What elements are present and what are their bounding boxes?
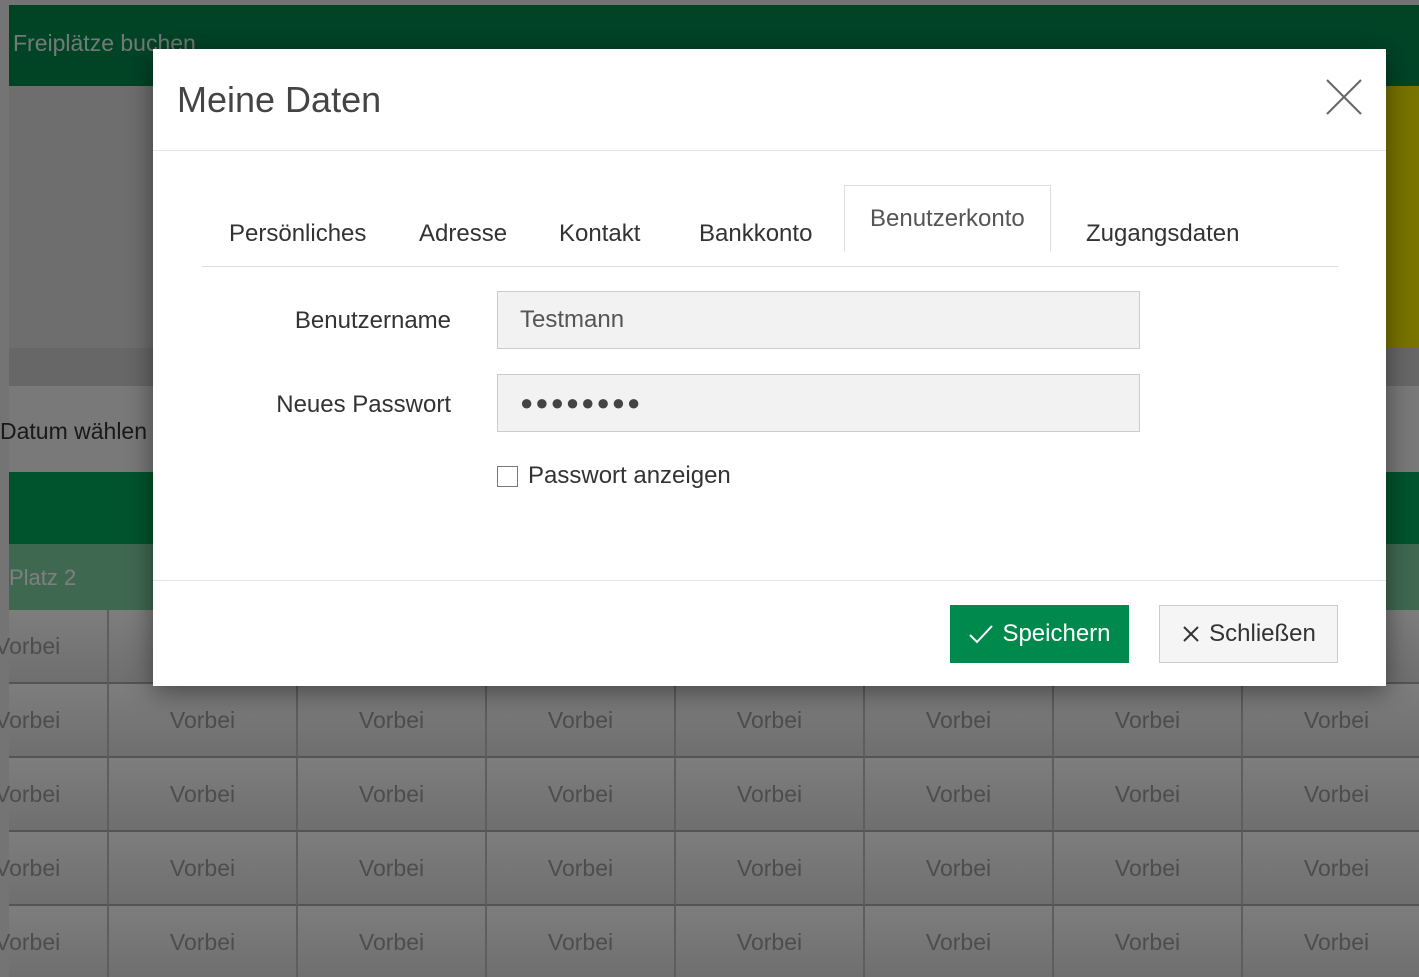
close-icon[interactable] <box>1324 77 1364 117</box>
tab-bar: Persönliches Adresse Kontakt Bankkonto B… <box>202 185 1338 267</box>
show-password-label: Passwort anzeigen <box>528 462 731 489</box>
tab-zugangsdaten[interactable]: Zugangsdaten <box>1086 201 1239 267</box>
show-password-checkbox[interactable] <box>497 465 518 487</box>
save-button[interactable]: Speichern <box>950 605 1129 663</box>
close-button-label: Schließen <box>1209 620 1316 647</box>
checkmark-icon <box>968 623 994 645</box>
username-label: Benutzername <box>294 307 451 334</box>
close-button[interactable]: Schließen <box>1159 605 1338 663</box>
password-label: Neues Passwort <box>276 391 451 418</box>
save-button-label: Speichern <box>1002 620 1111 647</box>
tab-bankkonto[interactable]: Bankkonto <box>699 201 812 267</box>
tab-benutzerkonto[interactable]: Benutzerkonto <box>844 185 1051 252</box>
username-field[interactable]: Testmann <box>497 291 1140 349</box>
new-password-field[interactable]: ●●●●●●●● <box>497 374 1140 432</box>
dialog-header: Meine Daten <box>153 49 1386 151</box>
dialog-footer: Speichern Schließen <box>153 580 1386 686</box>
tab-persoenliches[interactable]: Persönliches <box>229 201 366 267</box>
my-data-dialog: Meine Daten Persönliches Adresse Kontakt… <box>153 49 1386 686</box>
dialog-title: Meine Daten <box>177 79 382 120</box>
tab-kontakt[interactable]: Kontakt <box>559 201 640 267</box>
tab-adresse[interactable]: Adresse <box>419 201 507 267</box>
x-icon <box>1181 624 1201 644</box>
show-password-toggle[interactable]: Passwort anzeigen <box>497 462 731 490</box>
